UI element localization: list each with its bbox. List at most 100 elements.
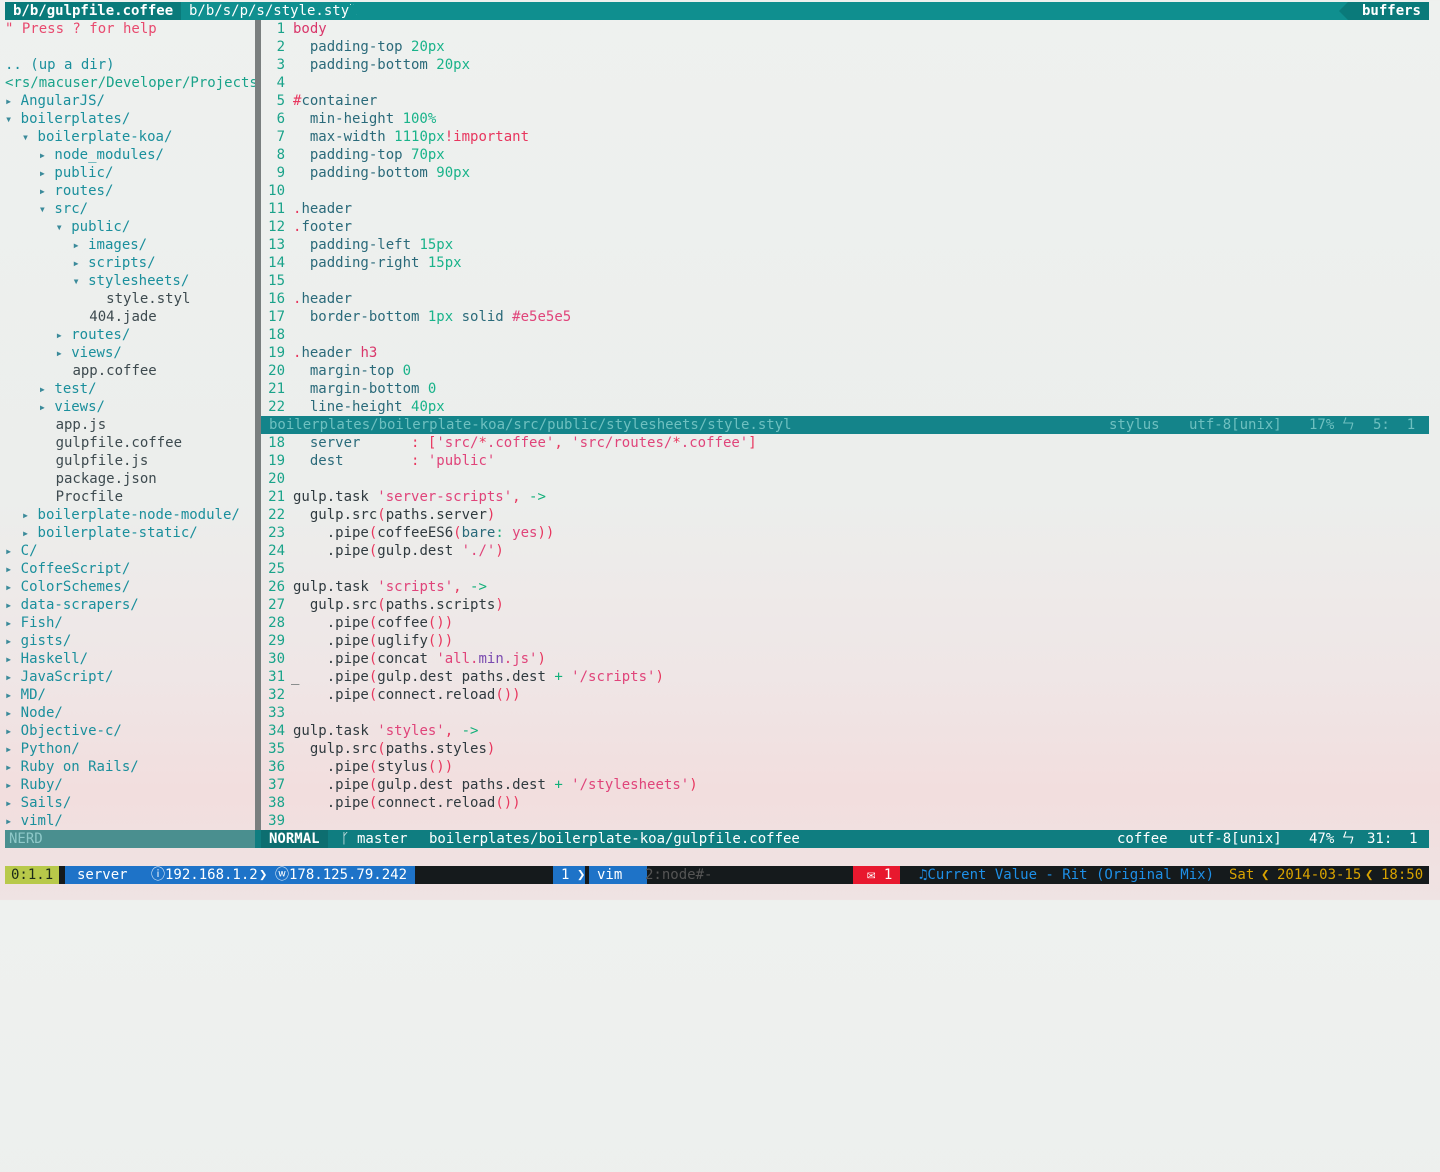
code-line[interactable]: 32 .pipe(connect.reload()) xyxy=(263,686,1429,704)
tree-dir-item[interactable]: MD/ xyxy=(5,686,255,704)
code-line[interactable]: 6 min-height 100% xyxy=(263,110,1429,128)
caret-down-icon[interactable] xyxy=(22,129,29,145)
caret-right-icon[interactable] xyxy=(39,381,46,397)
tree-dir-item[interactable]: boilerplates/ xyxy=(5,110,255,128)
caret-right-icon[interactable] xyxy=(22,525,29,541)
code-line[interactable]: 4 xyxy=(263,74,1429,92)
code-line[interactable]: 19 dest : 'public' xyxy=(263,452,1429,470)
tree-dir-item[interactable]: Node/ xyxy=(5,704,255,722)
tree-dir-item[interactable]: routes/ xyxy=(5,326,255,344)
tree-dir-item[interactable]: JavaScript/ xyxy=(5,668,255,686)
code-line[interactable]: 18 xyxy=(263,326,1429,344)
caret-right-icon[interactable] xyxy=(39,183,46,199)
tree-dir-item[interactable]: ColorSchemes/ xyxy=(5,578,255,596)
tree-file-item[interactable]: style.styl xyxy=(5,290,255,308)
tree-dir-item[interactable]: CoffeeScript/ xyxy=(5,560,255,578)
tree-dir-item[interactable]: Fish/ xyxy=(5,614,255,632)
tree-dir-item[interactable]: public/ xyxy=(5,164,255,182)
tree-dir-item[interactable]: Haskell/ xyxy=(5,650,255,668)
code-line[interactable]: 19 .header h3 xyxy=(263,344,1429,362)
code-line[interactable]: 26 gulp.task 'scripts', -> xyxy=(263,578,1429,596)
caret-right-icon[interactable] xyxy=(72,255,79,271)
code-line[interactable]: 36 .pipe(stylus()) xyxy=(263,758,1429,776)
code-line[interactable]: 24 .pipe(gulp.dest './') xyxy=(263,542,1429,560)
buffers-label[interactable]: buffers xyxy=(1338,2,1429,20)
tmux-window-index[interactable]: 1 xyxy=(553,866,578,884)
editor-pane-style-styl[interactable]: 1 body 2 padding-top 20px 3 padding-bottom … xyxy=(263,20,1429,416)
caret-down-icon[interactable] xyxy=(72,273,79,289)
caret-down-icon[interactable] xyxy=(56,219,63,235)
tree-dir-item[interactable]: views/ xyxy=(5,398,255,416)
code-line[interactable]: 31 .pipe(gulp.dest paths.dest + '/script… xyxy=(263,668,1429,686)
editor-pane-gulpfile[interactable]: 18 server : ['src/*.coffee', 'src/routes… xyxy=(263,434,1429,830)
code-line[interactable]: 37 .pipe(gulp.dest paths.dest + '/styles… xyxy=(263,776,1429,794)
code-line[interactable]: 22 gulp.src(paths.server) xyxy=(263,506,1429,524)
tree-dir-item[interactable]: AngularJS/ xyxy=(5,92,255,110)
tab-gulpfile[interactable]: b/b/gulpfile.coffee xyxy=(5,2,182,20)
code-line[interactable]: 35 gulp.src(paths.styles) xyxy=(263,740,1429,758)
caret-down-icon[interactable] xyxy=(39,201,46,217)
tree-file-item[interactable]: Procfile xyxy=(5,488,255,506)
code-line[interactable]: 15 xyxy=(263,272,1429,290)
code-line[interactable]: 1 body xyxy=(263,20,1429,38)
code-line[interactable]: 34 gulp.task 'styles', -> xyxy=(263,722,1429,740)
tree-dir-item[interactable]: src/ xyxy=(5,200,255,218)
code-line[interactable]: 39 xyxy=(263,812,1429,830)
tree-dir-item[interactable]: data-scrapers/ xyxy=(5,596,255,614)
code-line[interactable]: 30 .pipe(concat 'all.min.js') xyxy=(263,650,1429,668)
caret-right-icon[interactable] xyxy=(22,507,29,523)
code-line[interactable]: 20 xyxy=(263,470,1429,488)
code-line[interactable]: 10 xyxy=(263,182,1429,200)
caret-right-icon[interactable] xyxy=(39,399,46,415)
code-line[interactable]: 25 xyxy=(263,560,1429,578)
tree-dir-item[interactable]: Sails/ xyxy=(5,794,255,812)
tree-dir-item[interactable]: Python/ xyxy=(5,740,255,758)
code-line[interactable]: 18 server : ['src/*.coffee', 'src/routes… xyxy=(263,434,1429,452)
code-line[interactable]: 2 padding-top 20px xyxy=(263,38,1429,56)
code-line[interactable]: 20 margin-top 0 xyxy=(263,362,1429,380)
code-line[interactable]: 21 gulp.task 'server-scripts', -> xyxy=(263,488,1429,506)
tree-dir-item[interactable]: Objective-c/ xyxy=(5,722,255,740)
code-line[interactable]: 13 padding-left 15px xyxy=(263,236,1429,254)
code-line[interactable]: 29 .pipe(uglify()) xyxy=(263,632,1429,650)
code-line[interactable]: 11 .header xyxy=(263,200,1429,218)
tree-file-item[interactable]: app.js xyxy=(5,416,255,434)
tree-file-item[interactable]: package.json xyxy=(5,470,255,488)
code-line[interactable]: 17 border-bottom 1px solid #e5e5e5 xyxy=(263,308,1429,326)
tree-dir-item[interactable]: C/ xyxy=(5,542,255,560)
caret-right-icon[interactable] xyxy=(72,237,79,253)
code-line[interactable]: 9 padding-bottom 90px xyxy=(263,164,1429,182)
code-line[interactable]: 12 .footer xyxy=(263,218,1429,236)
tree-dir-item[interactable]: gists/ xyxy=(5,632,255,650)
tree-dir-item[interactable]: views/ xyxy=(5,344,255,362)
tree-dir-item[interactable]: boilerplate-koa/ xyxy=(5,128,255,146)
code-line[interactable]: 27 gulp.src(paths.scripts) xyxy=(263,596,1429,614)
code-line[interactable]: 16 .header xyxy=(263,290,1429,308)
code-line[interactable]: 5 #container xyxy=(263,92,1429,110)
code-line[interactable]: 23 .pipe(coffeeES6(bare: yes)) xyxy=(263,524,1429,542)
tree-dir-item[interactable]: stylesheets/ xyxy=(5,272,255,290)
caret-right-icon[interactable] xyxy=(39,147,46,163)
tree-dir-item[interactable]: viml/ xyxy=(5,812,255,830)
tab-style-styl[interactable]: b/b/s/p/s/style.styl xyxy=(189,2,358,20)
tree-dir-item[interactable]: images/ xyxy=(5,236,255,254)
nerdtree-cwd[interactable]: <rs/macuser/Developer/Projects/ xyxy=(5,74,255,92)
nerdtree-up-dir[interactable]: .. (up a dir) xyxy=(5,56,255,74)
caret-right-icon[interactable] xyxy=(56,345,63,361)
code-line[interactable]: 3 padding-bottom 20px xyxy=(263,56,1429,74)
code-line[interactable]: 22 line-height 40px xyxy=(263,398,1429,416)
tree-dir-item[interactable]: boilerplate-node-module/ xyxy=(5,506,255,524)
tree-file-item[interactable]: gulpfile.js xyxy=(5,452,255,470)
tree-file-item[interactable]: app.coffee xyxy=(5,362,255,380)
tmux-other-window[interactable]: 2:node#- xyxy=(645,866,712,884)
caret-right-icon[interactable] xyxy=(56,327,63,343)
tree-dir-item[interactable]: boilerplate-static/ xyxy=(5,524,255,542)
tree-dir-item[interactable]: Ruby on Rails/ xyxy=(5,758,255,776)
code-line[interactable]: 33 xyxy=(263,704,1429,722)
tree-dir-item[interactable]: public/ xyxy=(5,218,255,236)
code-line[interactable]: 14 padding-right 15px xyxy=(263,254,1429,272)
tree-dir-item[interactable]: node_modules/ xyxy=(5,146,255,164)
tree-dir-item[interactable]: test/ xyxy=(5,380,255,398)
tree-dir-item[interactable]: Ruby/ xyxy=(5,776,255,794)
code-line[interactable]: 21 margin-bottom 0 xyxy=(263,380,1429,398)
